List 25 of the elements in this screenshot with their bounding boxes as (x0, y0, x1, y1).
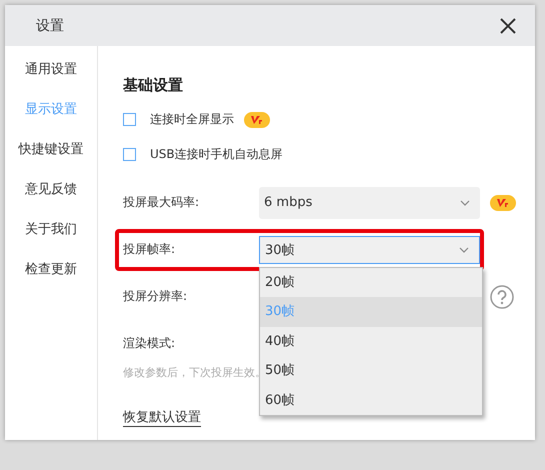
chevron-down-icon (460, 200, 470, 206)
checkbox-label: USB连接时手机自动息屏 (150, 146, 283, 163)
reset-link[interactable]: 恢复默认设置 (123, 408, 201, 427)
checkbox[interactable] (123, 113, 136, 126)
sidebar-item[interactable]: 意见反馈 (25, 179, 77, 201)
dropdown-option[interactable]: 60帧 (260, 386, 482, 416)
dropdown-option[interactable]: 40帧 (260, 326, 482, 356)
checkbox-label: 连接时全屏显示 (150, 111, 234, 128)
field-label: 投屏帧率: (123, 241, 176, 258)
field-label: 投屏最大码率: (123, 194, 200, 211)
v-logo-icon (497, 198, 509, 208)
sidebar-item[interactable]: 关于我们 (25, 219, 77, 241)
sidebar-item[interactable]: 通用设置 (25, 59, 77, 81)
dropdown-select[interactable]: 6 mbps (259, 186, 480, 218)
field-label: 投屏分辨率: (123, 288, 188, 305)
v-logo-icon (251, 114, 263, 124)
window-title: 设置 (36, 16, 64, 34)
field-label: 渲染模式: (123, 335, 176, 352)
sidebar-item[interactable]: 快捷键设置 (18, 139, 84, 161)
close-icon (499, 16, 517, 34)
checkbox[interactable] (123, 148, 136, 161)
dropdown-option[interactable]: 20帧 (260, 268, 482, 298)
sidebar-item[interactable]: 检查更新 (25, 259, 77, 281)
section-title: 基础设置 (123, 76, 183, 95)
chevron-down-icon (459, 246, 469, 252)
